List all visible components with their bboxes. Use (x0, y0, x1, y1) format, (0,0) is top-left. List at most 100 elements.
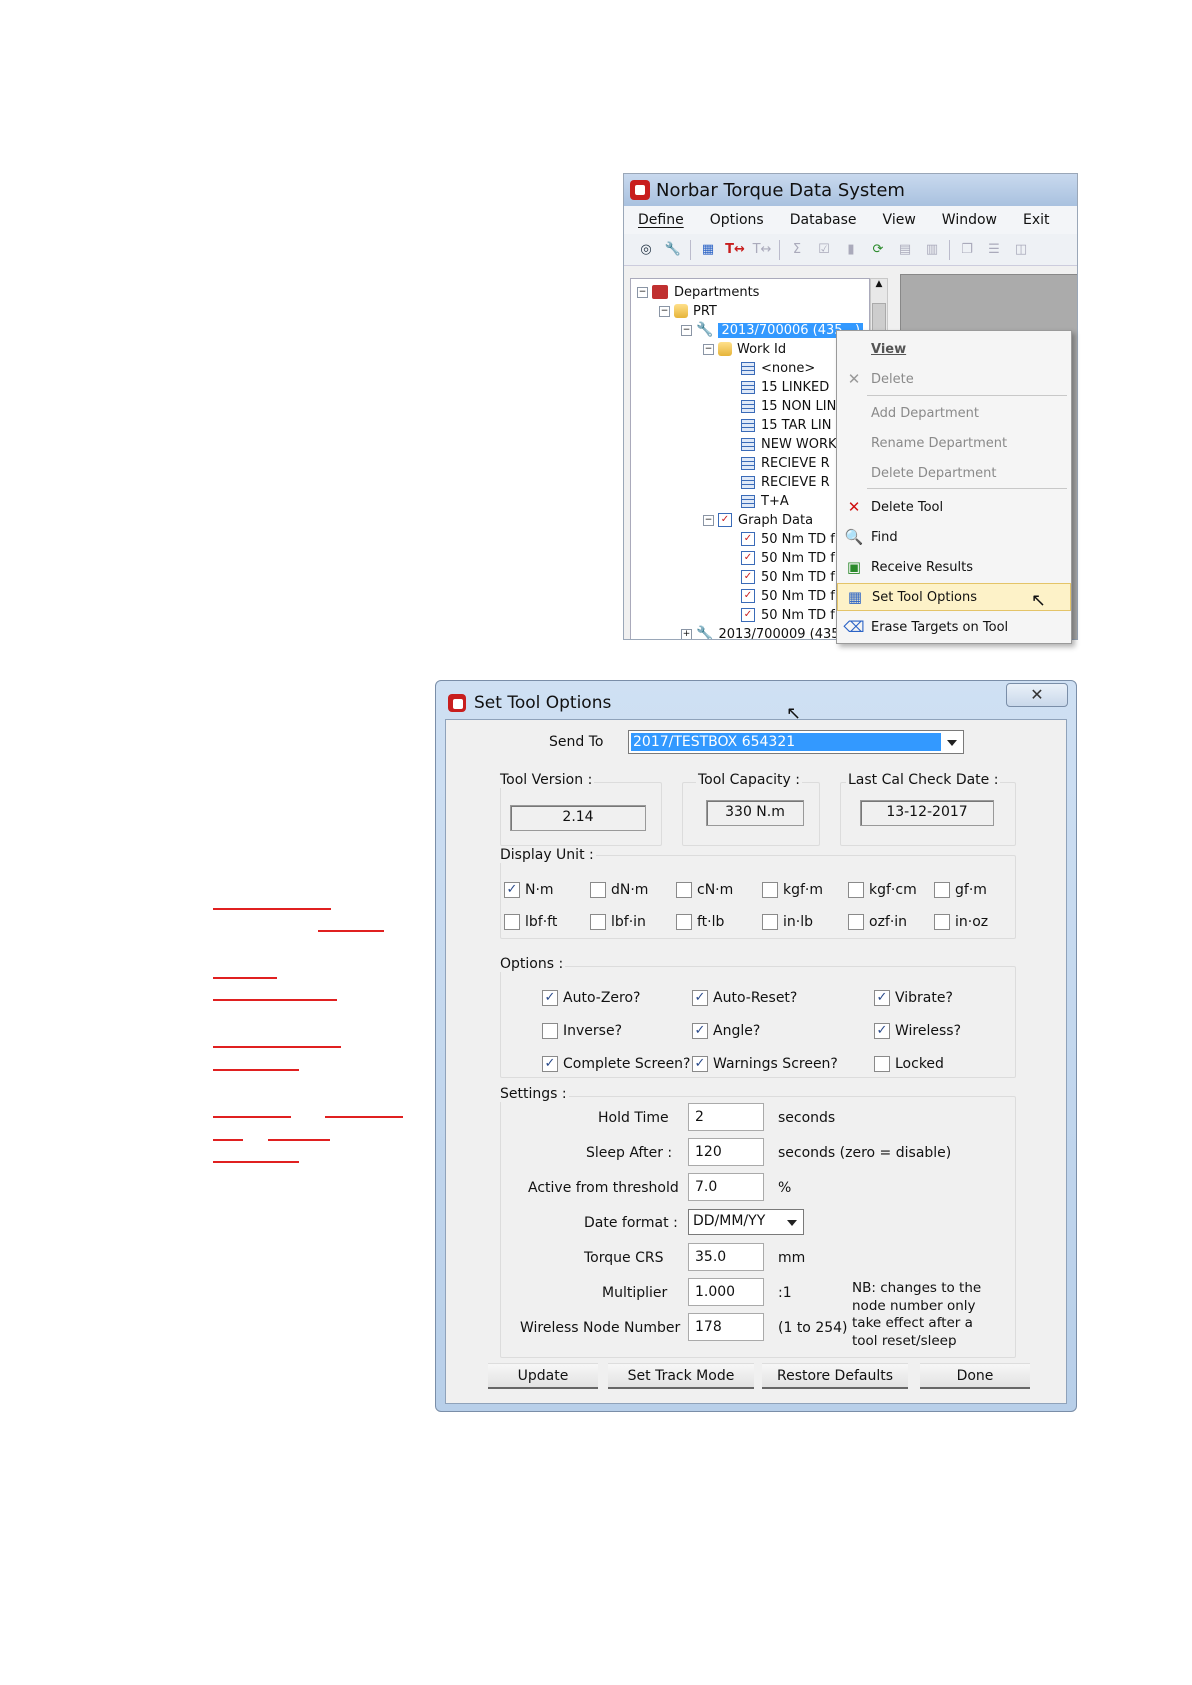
checkbox-box[interactable] (762, 914, 778, 930)
option-checkbox[interactable]: ✓ Complete Screen? (542, 1056, 690, 1072)
checkmark-icon[interactable]: ✓ (874, 990, 890, 1006)
unit-checkbox[interactable]: ft·lb (676, 914, 724, 930)
menu-window[interactable]: Window (942, 212, 997, 228)
checkmark-icon[interactable]: ✓ (504, 882, 520, 898)
chevron-down-icon[interactable] (947, 740, 957, 746)
torque-crs-input[interactable]: 35.0 (688, 1243, 764, 1271)
update-button[interactable]: Update (488, 1363, 598, 1389)
unit-checkbox[interactable]: lbf·in (590, 914, 646, 930)
tree-dept-prt[interactable]: − PRT (659, 302, 717, 320)
wrench-icon[interactable]: 🔧 (663, 240, 683, 260)
tree-graph-item[interactable]: ✓ 50 Nm TD f (741, 587, 835, 605)
checkmark-icon[interactable]: ✓ (692, 1023, 708, 1039)
sleep-after-input[interactable]: 120 (688, 1138, 764, 1166)
tree-workid-item[interactable]: 15 TAR LIN (741, 416, 831, 434)
tree-graph-item[interactable]: ✓ 50 Nm TD f (741, 606, 835, 624)
tree-workid-item[interactable]: NEW WORK (741, 435, 837, 453)
unit-checkbox[interactable]: ozf·in (848, 914, 907, 930)
unit-checkbox[interactable]: kgf·m (762, 882, 823, 898)
checkmark-icon[interactable]: ✓ (692, 990, 708, 1006)
tree-workid-item[interactable]: T+A (741, 492, 789, 510)
checkmark-icon[interactable]: ✓ (542, 990, 558, 1006)
tree-graph-item[interactable]: ✓ 50 Nm TD f (741, 568, 835, 586)
date-format-select[interactable]: DD/MM/YY (688, 1209, 804, 1235)
checkbox-box[interactable] (874, 1056, 890, 1072)
ctx-view[interactable]: View (837, 335, 1071, 363)
cascade-icon[interactable]: ❐ (957, 240, 977, 260)
refresh-icon[interactable]: ⟳ (868, 240, 888, 260)
tree-graph-data[interactable]: − ✓ Graph Data (703, 511, 813, 529)
ctx-delete[interactable]: ✕ Delete (837, 365, 1071, 393)
checkbox-box[interactable] (934, 914, 950, 930)
checkmark-icon[interactable]: ✓ (692, 1056, 708, 1072)
ctx-delete-department[interactable]: Delete Department (837, 459, 1071, 487)
restore-defaults-button[interactable]: Restore Defaults (762, 1363, 908, 1389)
transfer-icon[interactable]: T↔ (725, 240, 745, 260)
scroll-up-icon[interactable]: ▲ (871, 279, 887, 289)
tree-workid-item[interactable]: RECIEVE R (741, 454, 830, 472)
tree-workid[interactable]: − Work Id (703, 340, 786, 358)
ctx-find[interactable]: 🔍 Find (837, 523, 1071, 551)
send-to-combo[interactable]: 2017/TESTBOX 654321 (628, 730, 964, 754)
menu-define[interactable]: Define (638, 212, 684, 228)
unit-checkbox[interactable]: ✓ N·m (504, 882, 554, 898)
checkmark-icon[interactable]: ✓ (874, 1023, 890, 1039)
wireless-node-input[interactable]: 178 (688, 1313, 764, 1341)
checkbox-box[interactable] (848, 882, 864, 898)
checkbox-box[interactable] (676, 882, 692, 898)
sum-icon[interactable]: Σ (787, 240, 807, 260)
unit-checkbox[interactable]: lbf·ft (504, 914, 557, 930)
option-checkbox[interactable]: ✓ Angle? (692, 1023, 760, 1039)
ctx-set-tool-options[interactable]: ▦ Set Tool Options ↖ (837, 583, 1071, 611)
unit-checkbox[interactable]: cN·m (676, 882, 733, 898)
chevron-down-icon[interactable] (787, 1220, 797, 1226)
export-icon[interactable]: ▥ (922, 240, 942, 260)
tile-vertical-icon[interactable]: ◫ (1011, 240, 1031, 260)
tile-horizontal-icon[interactable]: ☰ (984, 240, 1004, 260)
unit-checkbox[interactable]: kgf·cm (848, 882, 917, 898)
check-icon[interactable]: ☑ (814, 240, 834, 260)
option-checkbox[interactable]: ✓ Auto-Reset? (692, 990, 797, 1006)
transfer-disabled-icon[interactable]: T↔ (752, 240, 772, 260)
checkbox-box[interactable] (542, 1023, 558, 1039)
tree-workid-item[interactable]: RECIEVE R (741, 473, 830, 491)
checkbox-box[interactable] (504, 914, 520, 930)
ctx-add-department[interactable]: Add Department (837, 399, 1071, 427)
ctx-rename-department[interactable]: Rename Department (837, 429, 1071, 457)
tree-departments[interactable]: − Departments (637, 283, 759, 301)
tree-graph-item[interactable]: ✓ 50 Nm TD f (741, 530, 835, 548)
multiplier-input[interactable]: 1.000 (688, 1278, 764, 1306)
done-button[interactable]: Done (920, 1363, 1030, 1389)
set-track-mode-button[interactable]: Set Track Mode (608, 1363, 754, 1389)
menu-options[interactable]: Options (710, 212, 764, 228)
target-icon[interactable]: ◎ (636, 240, 656, 260)
checkbox-box[interactable] (676, 914, 692, 930)
option-checkbox[interactable]: ✓ Auto-Zero? (542, 990, 640, 1006)
close-button[interactable]: ✕ (1006, 683, 1068, 707)
menu-database[interactable]: Database (790, 212, 857, 228)
ctx-erase-targets[interactable]: ⌫ Erase Targets on Tool (837, 613, 1071, 641)
checkmark-icon[interactable]: ✓ (542, 1056, 558, 1072)
ctx-delete-tool[interactable]: ✕ Delete Tool (837, 493, 1071, 521)
unit-checkbox[interactable]: in·oz (934, 914, 988, 930)
option-checkbox[interactable]: ✓ Warnings Screen? (692, 1056, 838, 1072)
unit-checkbox[interactable]: dN·m (590, 882, 648, 898)
ctx-receive-results[interactable]: ▣ Receive Results (837, 553, 1071, 581)
tree-workid-item[interactable]: 15 NON LIN (741, 397, 836, 415)
bar-chart-icon[interactable]: ▮ (841, 240, 861, 260)
report-icon[interactable]: ▤ (895, 240, 915, 260)
menu-exit[interactable]: Exit (1023, 212, 1050, 228)
option-checkbox[interactable]: ✓ Wireless? (874, 1023, 961, 1039)
tree-tool[interactable]: + 🔧 2013/700009 (435... (681, 625, 852, 639)
checkbox-box[interactable] (590, 882, 606, 898)
option-checkbox[interactable]: Locked (874, 1056, 944, 1072)
option-checkbox[interactable]: Inverse? (542, 1023, 622, 1039)
menu-view[interactable]: View (883, 212, 916, 228)
tool-options-icon[interactable]: ▦ (698, 240, 718, 260)
checkbox-box[interactable] (934, 882, 950, 898)
checkbox-box[interactable] (590, 914, 606, 930)
active-threshold-input[interactable]: 7.0 (688, 1173, 764, 1201)
checkbox-box[interactable] (762, 882, 778, 898)
tree-graph-item[interactable]: ✓ 50 Nm TD f (741, 549, 835, 567)
hold-time-input[interactable]: 2 (688, 1103, 764, 1131)
